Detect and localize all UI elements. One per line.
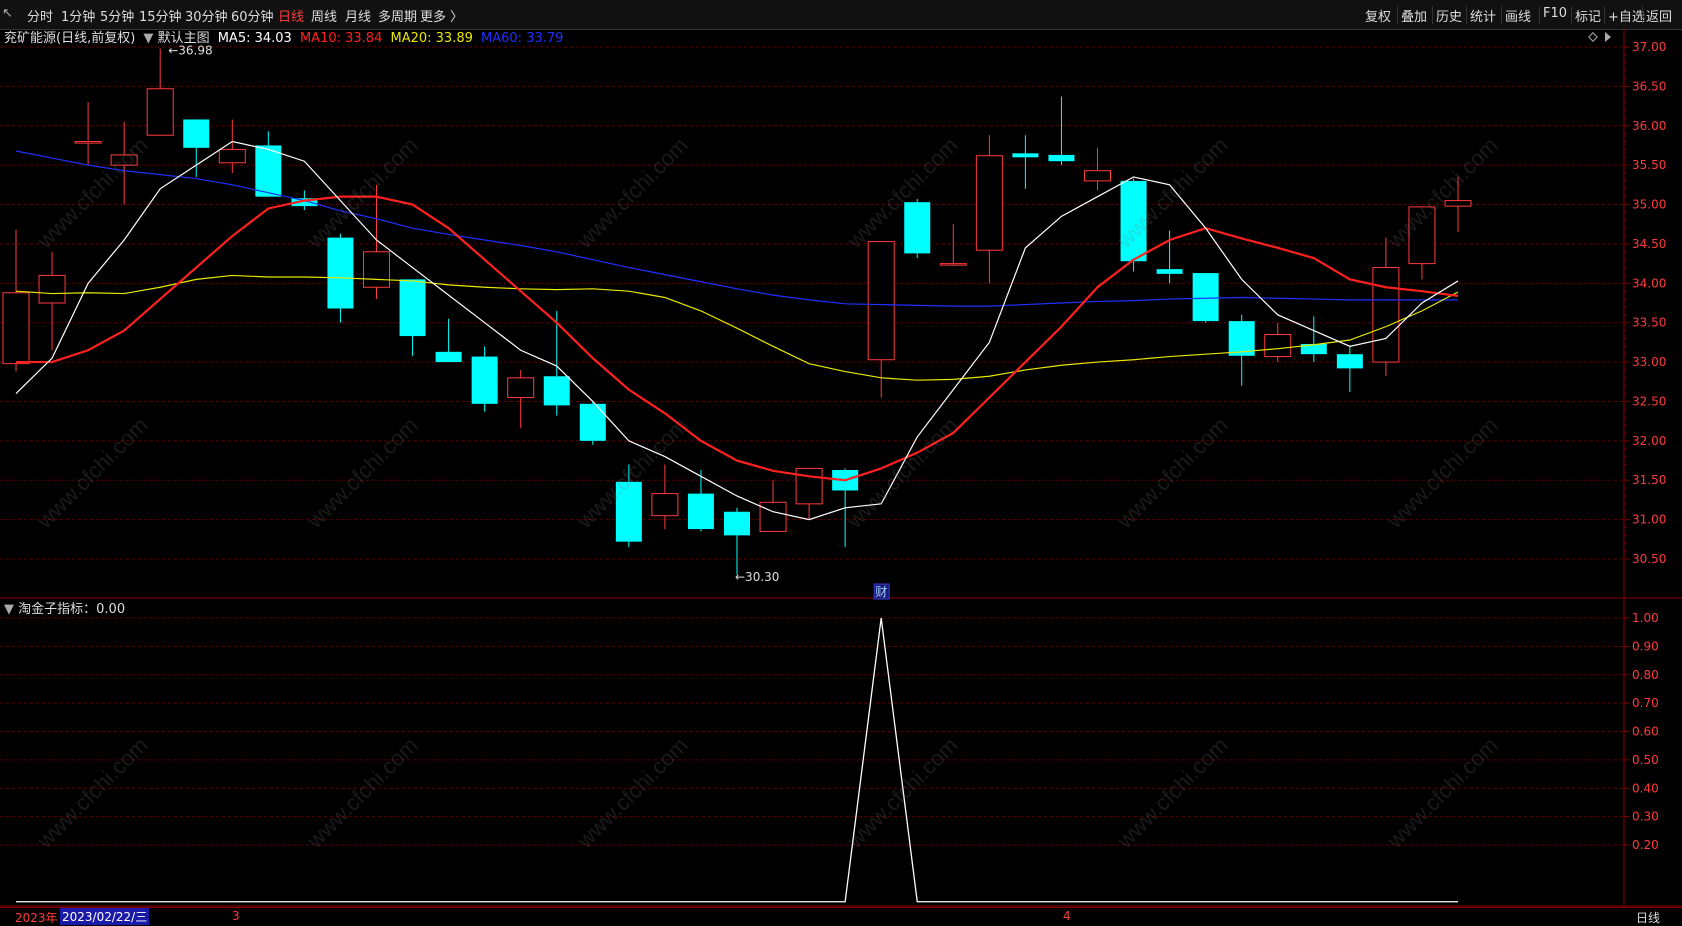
candle-body: [687, 493, 714, 530]
candle-body: [975, 155, 1003, 251]
candle-body: [1408, 206, 1436, 265]
price-tick-label: 37.00: [1632, 40, 1666, 54]
candle-body: [1156, 269, 1183, 274]
indicator-line: [16, 617, 1458, 903]
candle-body: [183, 119, 210, 148]
collapse-icon[interactable]: ▼: [4, 602, 14, 617]
ma10-label: MA10: 33.84: [299, 31, 383, 46]
indicator-tick-label: 0.50: [1632, 753, 1659, 767]
low-price-label: ←30.30: [735, 570, 779, 584]
price-tick-label: 32.50: [1632, 394, 1666, 408]
price-tick-label: 30.50: [1632, 552, 1666, 566]
ma60-label: MA60: 33.79: [481, 31, 564, 46]
indicator-tick-label: 0.60: [1632, 725, 1659, 739]
candle-body: [2, 292, 30, 365]
candle-body: [579, 403, 606, 441]
diamond-icon: [1588, 32, 1598, 42]
price-tick-label: 34.50: [1632, 237, 1666, 251]
candle-body: [615, 481, 642, 542]
main-chart-legend: 兖矿能源(日线,前复权) ▼ 默认主图 MA5: 34.03 MA10: 33.…: [4, 27, 563, 46]
ma20-label: MA20: 33.89: [390, 31, 473, 46]
indicator-label: 淘金子指标：0.00: [18, 602, 126, 617]
candle-body: [74, 141, 102, 144]
price-tick-label: 33.00: [1632, 355, 1666, 369]
candle-body: [1444, 200, 1472, 207]
candle-body: [507, 377, 535, 399]
indicator-tick-label: 1.00: [1632, 611, 1659, 625]
price-tick-label: 33.50: [1632, 316, 1666, 330]
month-label-3: 3: [232, 909, 240, 923]
price-tick-label: 31.50: [1632, 473, 1666, 487]
candle-body: [110, 154, 138, 166]
period-label[interactable]: 日线: [1636, 909, 1660, 926]
indicator-tick-label: 0.30: [1632, 810, 1659, 824]
candle-body: [435, 351, 462, 363]
ma60-line: [15, 150, 1458, 307]
stock-title: 兖矿能源(日线,前复权): [4, 31, 136, 46]
candle-body: [904, 202, 931, 254]
expand-icon: [1605, 32, 1611, 42]
ma5-label: MA5: 34.03: [217, 31, 292, 46]
candle-body: [759, 501, 787, 532]
indicator-tick-label: 0.40: [1632, 781, 1659, 795]
price-tick-label: 36.00: [1632, 119, 1666, 133]
candle-body: [939, 263, 967, 266]
indicator-tick-label: 0.20: [1632, 838, 1659, 852]
candle-body: [218, 148, 246, 164]
time-axis: 2023年 2023/02/22/三 3 4 日线: [0, 907, 1682, 926]
collapse-icon[interactable]: ▼: [143, 31, 153, 46]
indicator-tick-label: 0.70: [1632, 696, 1659, 710]
candle-body: [327, 237, 354, 309]
price-tick-label: 35.00: [1632, 198, 1666, 212]
candle-body: [795, 467, 823, 505]
candle-body: [1048, 154, 1075, 162]
candle-body: [471, 356, 498, 404]
candle-body: [399, 279, 426, 337]
template-label[interactable]: 默认主图: [158, 31, 210, 46]
candle-body: [363, 251, 390, 288]
candle-body: [1372, 267, 1400, 363]
cursor-date-label: 2023/02/22/三: [60, 908, 150, 925]
candle-body: [1120, 180, 1147, 262]
candle-body: [1192, 273, 1219, 322]
candle-body: [543, 376, 570, 406]
candle-body: [38, 274, 66, 304]
candle-body: [1264, 334, 1292, 358]
candle-body: [255, 145, 282, 197]
candle-body: [1012, 153, 1039, 158]
candle-body: [1084, 170, 1111, 182]
price-tick-label: 31.00: [1632, 513, 1666, 527]
price-tick-label: 34.00: [1632, 276, 1666, 290]
candle-body: [724, 511, 750, 536]
price-tick-label: 32.00: [1632, 434, 1666, 448]
finance-marker: 财: [875, 585, 887, 599]
candle-body: [867, 241, 895, 361]
indicator-tick-label: 0.90: [1632, 639, 1659, 653]
stock-chart-canvas: 37.00 36.50 36.00 35.50 35.00 34.50 34.00 33.50…: [0, 29, 1682, 907]
month-label-4: 4: [1063, 909, 1071, 923]
candle-body: [1336, 354, 1363, 369]
year-label: 2023年: [15, 911, 58, 925]
indicator-tick-label: 0.80: [1632, 668, 1659, 682]
price-tick-label: 36.50: [1632, 79, 1666, 93]
price-tick-label: 35.50: [1632, 158, 1666, 172]
candle-body: [146, 88, 174, 136]
sub-chart-legend: ▼ 淘金子指标：0.00: [4, 598, 125, 617]
candle-body: [651, 493, 679, 517]
